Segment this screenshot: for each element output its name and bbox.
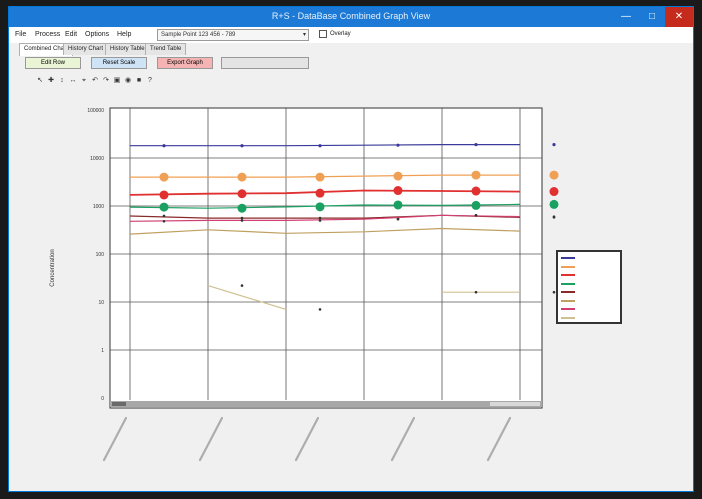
y-tick-label: 10 [98,300,104,306]
data-point [159,172,169,182]
data-point [240,144,244,148]
scrollbar-thumb-left[interactable] [112,402,126,406]
scrollbar-thumb-right[interactable] [490,402,540,406]
data-point [315,202,325,212]
data-point [237,189,247,199]
data-point [240,284,244,287]
data-point [318,216,322,220]
data-point [237,172,247,182]
y-tick-label: 1 [101,348,104,354]
data-point [318,308,322,311]
legend-swatch [561,274,575,276]
data-point [396,143,400,147]
legend-entry [561,254,617,263]
data-point [237,203,247,213]
legend-entry [561,288,617,297]
data-point [471,170,481,180]
data-point [474,214,478,217]
data-point [474,290,478,294]
legend-entry [561,314,617,323]
data-point [396,217,400,221]
data-point [162,214,166,218]
y-tick-label: 100000 [87,108,104,114]
data-point [552,215,556,218]
chart-legend [556,250,622,324]
x-tick-label [486,416,512,462]
x-tick-label [198,416,224,462]
y-tick-label: 100 [96,252,105,258]
data-point [474,143,478,147]
data-point [393,171,403,181]
legend-entry [561,271,617,280]
data-point [162,144,166,148]
data-point [159,202,169,212]
legend-swatch [561,282,575,285]
data-point [318,219,322,222]
x-tick-label [102,416,128,462]
data-point [471,200,481,210]
y-tick-label: 10000 [90,156,104,162]
data-point [552,143,556,147]
legend-swatch [561,265,575,268]
legend-swatch [561,257,575,259]
data-point [315,188,325,198]
plot-area [109,107,543,409]
legend-swatch [561,299,575,302]
data-point [549,170,559,180]
data-point [315,172,325,182]
legend-entry [561,305,617,314]
data-point [159,190,169,200]
legend-entry [561,297,617,306]
legend-swatch [561,316,575,319]
legend-swatch [561,291,575,293]
data-point [393,200,403,210]
legend-entry [561,263,617,272]
legend-swatch [561,308,575,310]
x-tick-label [294,416,320,462]
legend-entry [561,280,617,289]
data-point [471,186,481,196]
horizontal-scrollbar[interactable] [110,401,542,407]
y-tick-label: 0 [101,396,104,402]
data-point [162,220,166,223]
data-point [393,186,403,196]
data-point [240,219,244,222]
data-point [318,144,322,148]
data-point [549,187,559,197]
y-axis-label: Concentration [50,249,56,286]
data-point [552,290,556,294]
data-point [549,199,559,209]
x-tick-label [390,416,416,462]
data-point [240,216,244,220]
y-tick-label: 1000 [93,204,104,210]
